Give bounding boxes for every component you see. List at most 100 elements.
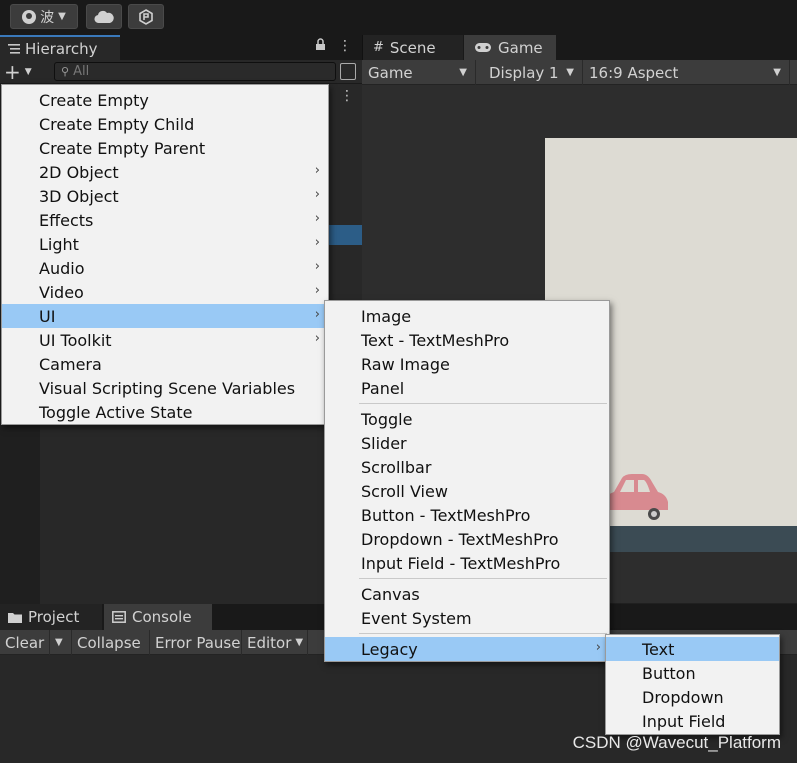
menu-item-label: Text <box>642 639 675 659</box>
tab-console[interactable]: Console <box>104 604 212 630</box>
menu-item-label: Create Empty <box>39 90 149 110</box>
tab-project[interactable]: Project <box>0 604 102 630</box>
account-dropdown[interactable]: 波 ▼ <box>10 4 78 29</box>
kebab-menu-icon[interactable]: ⋮ <box>338 38 352 55</box>
plus-icon: + <box>4 59 21 84</box>
menu-item-create-empty-parent[interactable]: Create Empty Parent <box>2 136 328 160</box>
chevron-down-icon: ▼ <box>773 67 781 78</box>
legacy-menu-item-button[interactable]: Button <box>606 661 779 685</box>
game-tab-label: Game <box>498 38 543 57</box>
chevron-down-icon: ▼ <box>566 67 574 78</box>
menu-item-label: Input Field <box>642 711 726 731</box>
ui-menu-item-slider[interactable]: Slider <box>325 431 609 455</box>
display-label: Display 1 <box>489 63 559 82</box>
create-button[interactable]: + ▼ <box>4 59 42 84</box>
menu-item-label: Scroll View <box>361 481 448 501</box>
tab-hierarchy[interactable]: Hierarchy <box>0 35 120 60</box>
menu-item-2d-object[interactable]: 2D Object › <box>2 160 328 184</box>
menu-item-video[interactable]: Video › <box>2 280 328 304</box>
ui-menu-item-dropdown-textmeshpro[interactable]: Dropdown - TextMeshPro <box>325 527 609 551</box>
ui-menu-item-text-textmeshpro[interactable]: Text - TextMeshPro <box>325 328 609 352</box>
ui-menu-item-scrollbar[interactable]: Scrollbar <box>325 455 609 479</box>
ui-menu-item-panel[interactable]: Panel <box>325 376 609 400</box>
menu-item-label: Video <box>39 282 84 302</box>
legacy-submenu: Text Button Dropdown Input Field <box>605 634 780 735</box>
ui-menu-item-input-field-textmeshpro[interactable]: Input Field - TextMeshPro <box>325 551 609 575</box>
menu-item-label: Scrollbar <box>361 457 432 477</box>
menu-item-label: Input Field - TextMeshPro <box>361 553 561 573</box>
ui-menu-item-button-textmeshpro[interactable]: Button - TextMeshPro <box>325 503 609 527</box>
menu-item-visual-scripting-scene-variables[interactable]: Visual Scripting Scene Variables <box>2 376 328 400</box>
console-tab-label: Console <box>132 608 192 626</box>
car-sprite <box>605 474 668 520</box>
collapse-button[interactable]: Collapse <box>72 630 150 655</box>
menu-item-label: Canvas <box>361 584 420 604</box>
chevron-down-icon: ▼ <box>58 11 66 22</box>
menu-item-label: Visual Scripting Scene Variables <box>39 378 296 398</box>
aspect-label: 16:9 Aspect <box>589 63 679 82</box>
ui-menu-item-raw-image[interactable]: Raw Image <box>325 352 609 376</box>
tab-game[interactable]: Game <box>464 35 556 60</box>
hierarchy-search-input[interactable]: ⚲ All <box>54 62 336 81</box>
menu-item-audio[interactable]: Audio › <box>2 256 328 280</box>
chevron-down-icon: ▼ <box>55 637 63 648</box>
legacy-menu-item-input-field[interactable]: Input Field <box>606 709 779 733</box>
chevron-down-icon: ▼ <box>295 637 304 648</box>
legacy-menu-item-text[interactable]: Text <box>606 637 779 661</box>
editor-dropdown[interactable]: Editor ▼ <box>242 630 308 655</box>
ui-menu-item-legacy[interactable]: Legacy › <box>325 637 609 661</box>
menu-item-label: Button - TextMeshPro <box>361 505 531 525</box>
hierarchy-selected-row[interactable] <box>328 225 362 245</box>
menu-item-label: Dropdown - TextMeshPro <box>361 529 559 549</box>
ui-menu-item-event-system[interactable]: Event System <box>325 606 609 630</box>
menu-item-label: Legacy <box>361 639 418 659</box>
menu-item-label: Create Empty Parent <box>39 138 206 158</box>
error-pause-button[interactable]: Error Pause <box>150 630 242 655</box>
aspect-dropdown[interactable]: 16:9 Aspect ▼ <box>583 60 790 85</box>
scene-kebab-icon[interactable]: ⋮ <box>340 88 354 104</box>
clear-options-dropdown[interactable]: ▼ <box>50 630 72 655</box>
menu-item-ui[interactable]: UI › <box>2 304 328 328</box>
menu-item-label: Panel <box>361 378 405 398</box>
menu-item-ui-toolkit[interactable]: UI Toolkit › <box>2 328 328 352</box>
scene-tab-label: Scene <box>389 38 436 57</box>
menu-item-toggle-active-state[interactable]: Toggle Active State <box>2 400 328 424</box>
chevron-right-icon: › <box>595 640 601 655</box>
ui-menu-item-toggle[interactable]: Toggle <box>325 407 609 431</box>
collapse-label: Collapse <box>77 633 141 652</box>
menu-item-label: Effects <box>39 210 94 230</box>
ui-menu-item-scroll-view[interactable]: Scroll View <box>325 479 609 503</box>
menu-item-3d-object[interactable]: 3D Object › <box>2 184 328 208</box>
menu-item-effects[interactable]: Effects › <box>2 208 328 232</box>
ui-menu-item-image[interactable]: Image <box>325 304 609 328</box>
menu-item-label: Event System <box>361 608 472 628</box>
lock-icon[interactable] <box>315 38 326 55</box>
menu-item-label: 2D Object <box>39 162 119 182</box>
clear-button[interactable]: Clear <box>0 630 50 655</box>
menu-item-label: Slider <box>361 433 407 453</box>
menu-item-create-empty[interactable]: Create Empty <box>2 88 328 112</box>
search-filter-icon[interactable] <box>340 63 356 80</box>
collab-button[interactable] <box>128 4 164 29</box>
menu-separator <box>359 578 607 579</box>
chevron-down-icon: ▼ <box>459 67 467 78</box>
chevron-right-icon: › <box>314 331 320 346</box>
menu-item-label: Create Empty Child <box>39 114 195 134</box>
menu-separator <box>359 633 607 634</box>
legacy-menu-item-dropdown[interactable]: Dropdown <box>606 685 779 709</box>
cloud-button[interactable] <box>86 4 122 29</box>
menu-item-light[interactable]: Light › <box>2 232 328 256</box>
grid-icon: # <box>373 40 384 55</box>
display-dropdown[interactable]: Display 1 ▼ <box>483 60 583 85</box>
ui-menu-item-canvas[interactable]: Canvas <box>325 582 609 606</box>
search-placeholder: All <box>73 64 90 79</box>
editor-label: Editor <box>247 633 292 652</box>
menu-item-create-empty-child[interactable]: Create Empty Child <box>2 112 328 136</box>
chevron-right-icon: › <box>314 283 320 298</box>
menu-item-camera[interactable]: Camera <box>2 352 328 376</box>
ui-submenu: Image Text - TextMeshPro Raw Image Panel Tog… <box>324 300 610 662</box>
list-icon <box>8 43 20 54</box>
create-context-menu: Create Empty Create Empty Child Create Emp… <box>1 84 329 425</box>
game-mode-dropdown[interactable]: Game ▼ <box>362 60 476 85</box>
tab-scene[interactable]: # Scene <box>363 35 463 60</box>
